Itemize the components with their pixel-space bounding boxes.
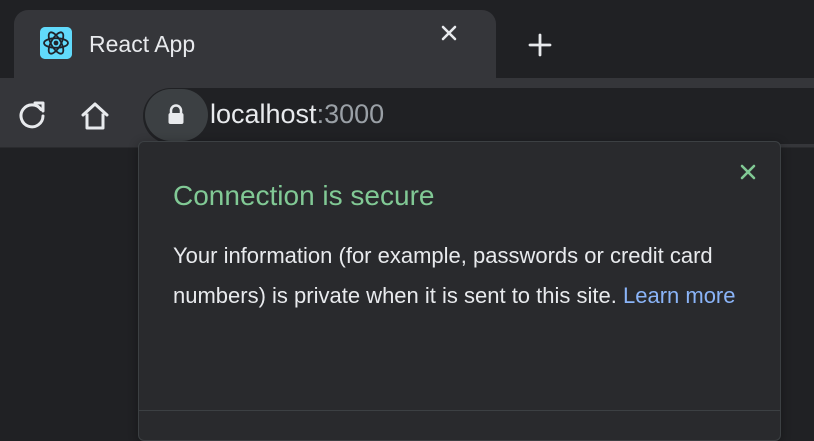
plus-icon[interactable] (526, 31, 554, 59)
popup-message: Your information (for example, passwords… (173, 236, 763, 316)
tab-title: React App (89, 31, 196, 57)
tab-strip: React App (0, 0, 814, 78)
active-tab[interactable]: React App (14, 10, 496, 78)
close-icon[interactable] (736, 160, 760, 184)
reload-icon[interactable] (14, 98, 50, 134)
url-port: :3000 (316, 99, 385, 129)
popup-divider (139, 410, 780, 411)
learn-more-link[interactable]: Learn more (623, 283, 736, 308)
popup-title: Connection is secure (173, 180, 435, 211)
lock-icon[interactable] (165, 103, 187, 127)
react-logo-icon (40, 27, 72, 59)
url-text[interactable]: localhost:3000 (210, 98, 384, 130)
close-icon[interactable] (437, 21, 461, 45)
url-host: localhost (210, 99, 317, 129)
home-icon[interactable] (77, 98, 113, 134)
